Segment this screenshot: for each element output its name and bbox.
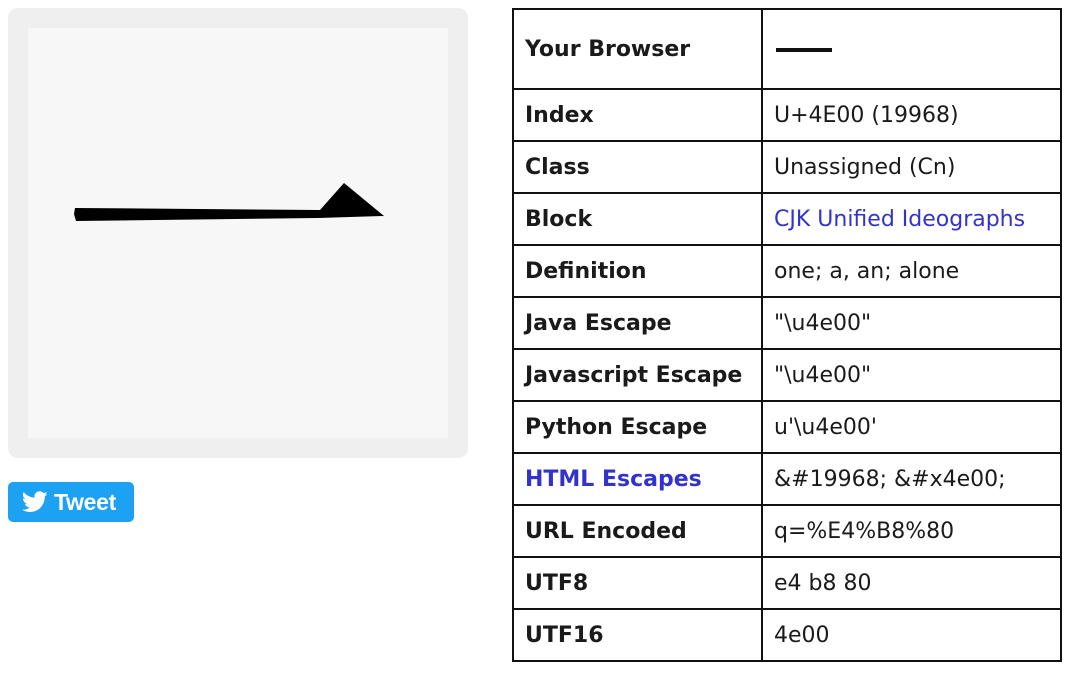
row-value: u'\u4e00' [761,400,1062,454]
row-value: U+4E00 (19968) [761,88,1062,142]
table-row: Definition one; a, an; alone [512,244,1062,298]
glyph-preview-canvas [28,28,448,438]
row-label: UTF8 [512,556,763,610]
row-value: CJK Unified Ideographs [761,192,1062,246]
row-value: Unassigned (Cn) [761,140,1062,194]
table-row: URL Encoded q=%E4%B8%80 [512,504,1062,558]
twitter-bird-icon [22,491,48,512]
row-value: "\u4e00" [761,348,1062,402]
row-label: Java Escape [512,296,763,350]
table-row: Javascript Escape "\u4e00" [512,348,1062,402]
tweet-label: Tweet [54,488,116,515]
cjk-one-glyph [74,183,384,221]
row-label: Block [512,192,763,246]
row-label: Python Escape [512,400,763,454]
row-label: Definition [512,244,763,298]
browser-rendered-glyph [776,47,832,52]
row-label: URL Encoded [512,504,763,558]
table-row: UTF16 4e00 [512,608,1062,662]
row-label: HTML Escapes [512,452,763,506]
html-escapes-link[interactable]: HTML Escapes [525,467,702,492]
tweet-button[interactable]: Tweet [8,482,134,522]
character-info-table: Your Browser Index U+4E00 (19968) Class … [512,8,1062,662]
table-row: Index U+4E00 (19968) [512,88,1062,142]
table-row: Your Browser [512,8,1062,90]
row-value: 4e00 [761,608,1062,662]
browser-glyph-cell [761,8,1062,90]
row-value: q=%E4%B8%80 [761,504,1062,558]
table-row: Java Escape "\u4e00" [512,296,1062,350]
block-link[interactable]: CJK Unified Ideographs [774,207,1025,232]
row-label: Your Browser [512,8,763,90]
row-value: e4 b8 80 [761,556,1062,610]
glyph-preview-panel [8,8,468,458]
table-row: UTF8 e4 b8 80 [512,556,1062,610]
row-label: UTF16 [512,608,763,662]
row-value: "\u4e00" [761,296,1062,350]
table-row: Class Unassigned (Cn) [512,140,1062,194]
table-row: HTML Escapes &#19968; &#x4e00; [512,452,1062,506]
row-label: Class [512,140,763,194]
row-label: Index [512,88,763,142]
table-row: Python Escape u'\u4e00' [512,400,1062,454]
row-value: &#19968; &#x4e00; [761,452,1062,506]
row-label: Javascript Escape [512,348,763,402]
row-value: one; a, an; alone [761,244,1062,298]
table-row: Block CJK Unified Ideographs [512,192,1062,246]
